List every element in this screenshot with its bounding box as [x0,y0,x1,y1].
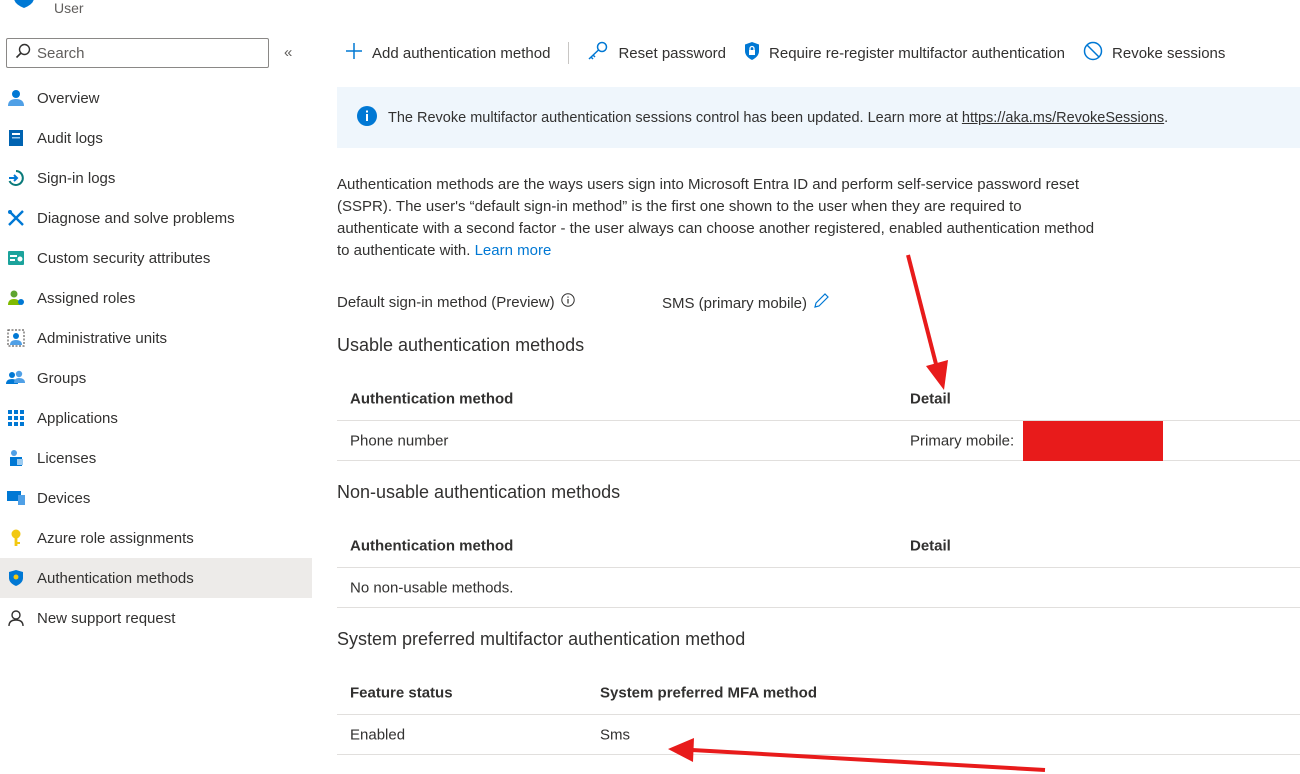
key-icon [587,41,618,65]
block-icon [1083,41,1112,65]
search-box[interactable] [6,38,269,68]
sidebar-item-label: Licenses [37,449,97,467]
search-input[interactable] [37,44,257,62]
info-icon [357,105,377,130]
column-header: Detail [910,390,951,408]
edit-pencil-icon[interactable] [813,293,829,313]
sidebar-item-groups[interactable]: Groups [0,358,312,398]
require-reregister-mfa-button[interactable]: Require re-register multifactor authenti… [744,41,1065,65]
feature-status-cell: Enabled [350,726,406,743]
audit-log-icon [6,128,26,148]
shield-logo-icon [14,0,34,12]
auth-shield-icon [6,568,26,588]
sidebar-item-audit-logs[interactable]: Audit logs [0,118,312,158]
sidebar: « Overview Audit logs Sign-in logs Diagn… [0,36,312,774]
usable-methods-title: Usable authentication methods [337,335,585,355]
column-header: Authentication method [350,537,514,555]
sidebar-item-applications[interactable]: Applications [0,398,312,438]
mfa-method-cell: Sms [600,726,630,743]
description: Authentication methods are the ways user… [337,174,1107,262]
revoke-sessions-link[interactable]: https://aka.ms/RevokeSessions [962,110,1164,126]
sidebar-item-label: Audit logs [37,129,103,147]
column-header: Authentication method [350,390,514,408]
sidebar-item-label: Assigned roles [37,289,136,307]
sidebar-item-label: New support request [37,609,176,627]
column-header: Detail [910,537,951,555]
toolbar-divider [568,42,570,64]
collapse-sidebar-button[interactable]: « [284,44,292,61]
default-signin-label: Default sign-in method (Preview) [337,293,555,311]
license-icon [6,448,26,468]
sidebar-item-label: Azure role assignments [37,529,194,547]
sidebar-item-authentication-methods[interactable]: Authentication methods [0,558,312,598]
learn-more-link[interactable]: Learn more [475,242,552,259]
redaction-box [1023,421,1163,461]
sidebar-item-administrative-units[interactable]: Administrative units [0,318,312,358]
sidebar-item-licenses[interactable]: Licenses [0,438,312,478]
sidebar-item-azure-role-assignments[interactable]: Azure role assignments [0,518,312,558]
info-circle-icon[interactable] [560,293,575,311]
attribute-card-icon [6,248,26,268]
non-usable-methods-title: Non-usable authentication methods [337,482,621,502]
command-bar: Add authentication method Reset password… [345,38,1243,68]
description-text: Authentication methods are the ways user… [337,176,1095,259]
add-authentication-method-button[interactable]: Add authentication method [345,42,550,64]
roles-icon [6,288,26,308]
table-row: No non-usable methods. [337,568,1300,608]
sidebar-item-label: Sign-in logs [37,169,116,187]
admin-units-icon [6,328,26,348]
person-icon [6,88,26,108]
sidebar-item-label: Overview [37,89,100,107]
reset-password-button[interactable]: Reset password [587,41,726,65]
sidebar-nav: Overview Audit logs Sign-in logs Diagnos… [0,78,312,638]
banner-text: The Revoke multifactor authentication se… [388,109,958,126]
banner-trailing: . [1164,109,1169,126]
sidebar-item-label: Devices [37,489,91,507]
non-usable-methods-table: Authentication method Detail No non-usab… [337,525,1300,608]
blade-subtitle: User [54,0,84,16]
plus-icon [345,42,372,64]
sidebar-item-label: Groups [37,369,87,387]
system-preferred-table: Feature status System preferred MFA meth… [337,672,1300,755]
apps-grid-icon [6,408,26,428]
sidebar-item-custom-security-attributes[interactable]: Custom security attributes [0,238,312,278]
sidebar-item-diagnose[interactable]: Diagnose and solve problems [0,198,312,238]
sidebar-item-label: Diagnose and solve problems [37,209,235,227]
revoke-sessions-button[interactable]: Revoke sessions [1083,41,1225,65]
default-signin-row: Default sign-in method (Preview) SMS (pr… [337,293,1237,315]
sidebar-item-label: Authentication methods [37,569,194,587]
info-banner: The Revoke multifactor authentication se… [337,87,1300,148]
system-preferred-title: System preferred multifactor authenticat… [337,629,746,649]
table-header-row: Authentication method Detail [337,525,1300,568]
empty-state-text: No non-usable methods. [350,579,514,596]
sidebar-item-label: Administrative units [37,329,168,347]
sidebar-item-devices[interactable]: Devices [0,478,312,518]
shield-lock-icon [744,41,769,65]
device-icon [6,488,26,508]
sidebar-item-new-support-request[interactable]: New support request [0,598,312,638]
table-row[interactable]: Phone number Primary mobile: [337,421,1300,461]
groups-icon [6,368,26,388]
sidebar-item-overview[interactable]: Overview [0,78,312,118]
column-header: Feature status [350,684,453,702]
sidebar-item-label: Applications [37,409,118,427]
main-content: Add authentication method Reset password… [337,0,1300,774]
search-icon [15,43,31,63]
detail-cell: Primary mobile: [910,432,1015,449]
support-person-icon [6,608,26,628]
sidebar-item-label: Custom security attributes [37,249,211,267]
sign-in-icon [6,168,26,188]
column-header: System preferred MFA method [600,684,817,702]
sidebar-item-assigned-roles[interactable]: Assigned roles [0,278,312,318]
sidebar-item-sign-in-logs[interactable]: Sign-in logs [0,158,312,198]
wrench-icon [6,208,26,228]
method-cell: Phone number [350,432,449,449]
table-header-row: Authentication method Detail [337,378,1300,421]
table-row[interactable]: Enabled Sms [337,715,1300,755]
default-signin-value: SMS (primary mobile) [662,294,808,312]
table-header-row: Feature status System preferred MFA meth… [337,672,1300,715]
key-icon [6,528,26,548]
usable-methods-table: Authentication method Detail Phone numbe… [337,378,1300,461]
